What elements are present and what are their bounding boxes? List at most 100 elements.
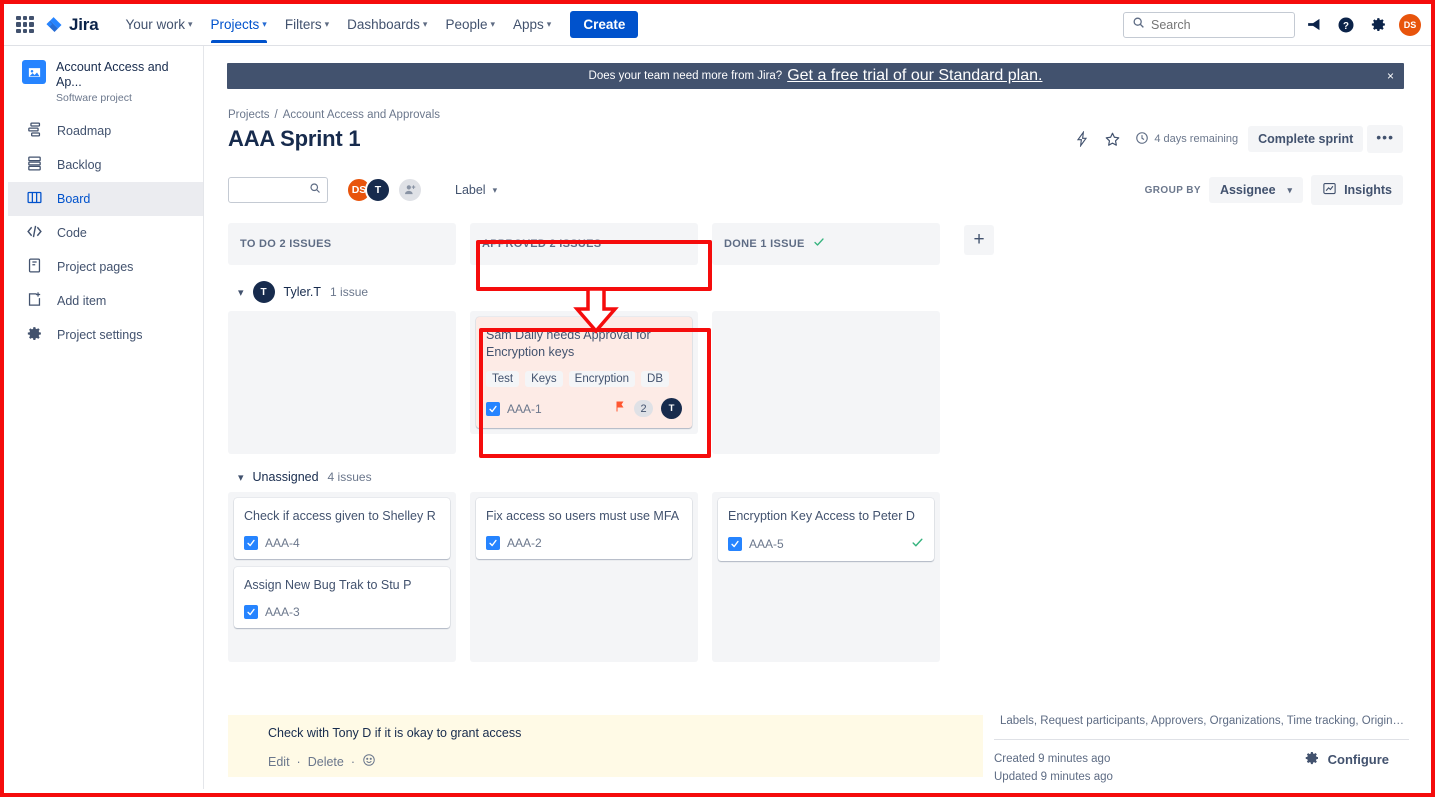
toolbar-right-group: GROUP BY Assignee ▾ Insights: [1145, 175, 1403, 205]
insights-label: Insights: [1344, 183, 1392, 197]
empty-dropzone[interactable]: [234, 317, 450, 448]
issue-card-aaa-3[interactable]: Assign New Bug Trak to Stu P AAA-3: [234, 567, 450, 628]
search-icon: [309, 181, 321, 199]
complete-sprint-button[interactable]: Complete sprint: [1248, 126, 1364, 152]
nav-label: Projects: [210, 17, 260, 32]
breadcrumb-separator: /: [274, 109, 278, 121]
add-reaction-icon[interactable]: [362, 753, 376, 770]
group-by-select[interactable]: Assignee ▾: [1208, 177, 1304, 203]
search-input[interactable]: [1151, 17, 1286, 32]
nav-item-filters[interactable]: Filters ▾: [276, 6, 338, 43]
board-search-input[interactable]: [235, 183, 309, 197]
label-chip[interactable]: DB: [641, 371, 669, 387]
column-header-done[interactable]: DONE 1 ISSUE: [712, 223, 940, 265]
swimlane-header-unassigned[interactable]: ▾ Unassigned 4 issues: [238, 470, 1427, 484]
project-avatar-icon: [22, 60, 46, 84]
issue-key-wrap[interactable]: AAA-3: [244, 605, 300, 619]
star-icon[interactable]: [1099, 126, 1125, 152]
lane-column-approved[interactable]: Sam Daily needs Approval for Encryption …: [470, 311, 698, 434]
sidebar-item-label: Code: [57, 225, 87, 240]
sidebar-item-project-settings[interactable]: Project settings: [8, 318, 203, 352]
lane-column-approved[interactable]: Fix access so users must use MFA AAA-2: [470, 492, 698, 662]
sidebar-item-board[interactable]: Board: [8, 182, 203, 216]
close-icon[interactable]: ×: [1387, 69, 1394, 83]
sidebar-project-header[interactable]: Account Access and Ap... Software projec…: [8, 46, 203, 114]
add-column-button[interactable]: +: [964, 225, 994, 255]
user-avatar[interactable]: DS: [1399, 13, 1421, 36]
lane-column-todo[interactable]: Check if access given to Shelley R AAA-4: [228, 492, 456, 662]
issue-card-title: Check if access given to Shelley R: [244, 509, 436, 523]
issue-card-footer: AAA-1 2 T: [486, 398, 682, 419]
nav-label: Apps: [513, 17, 544, 32]
issue-key-wrap[interactable]: AAA-4: [244, 536, 300, 550]
sidebar-item-label: Project settings: [57, 327, 143, 342]
flag-icon[interactable]: [614, 400, 626, 418]
nav-item-people[interactable]: People ▾: [436, 6, 504, 43]
insights-button[interactable]: Insights: [1311, 175, 1403, 205]
issue-key-wrap[interactable]: AAA-1: [486, 401, 542, 416]
column-header-todo[interactable]: TO DO 2 ISSUES: [228, 223, 456, 265]
issue-card-aaa-2[interactable]: Fix access so users must use MFA AAA-2: [476, 498, 692, 559]
swimlane-issue-count: 4 issues: [327, 470, 372, 484]
nav-item-dashboards[interactable]: Dashboards ▾: [338, 6, 436, 43]
label-filter-dropdown[interactable]: Label ▾: [447, 178, 505, 202]
detail-fields-summary[interactable]: Labels, Request participants, Approvers,…: [994, 709, 1409, 727]
column-header-approved[interactable]: APPROVED 2 ISSUES: [470, 223, 698, 265]
sidebar-item-code[interactable]: Code: [8, 216, 203, 250]
empty-dropzone[interactable]: [718, 317, 934, 448]
avatar[interactable]: T: [365, 177, 391, 203]
more-actions-button[interactable]: •••: [1367, 125, 1403, 153]
banner-trial-link[interactable]: Get a free trial of our Standard plan.: [787, 67, 1042, 85]
label-chip[interactable]: Test: [486, 371, 520, 387]
separator: ·: [296, 754, 301, 769]
swimlane-issue-count: 1 issue: [330, 285, 369, 299]
board-area: TO DO 2 ISSUES APPROVED 2 ISSUES DONE 1 …: [228, 223, 1427, 662]
pages-icon: [26, 257, 43, 277]
sidebar-item-project-pages[interactable]: Project pages: [8, 250, 203, 284]
board-filter-search[interactable]: [228, 177, 328, 203]
settings-gear-icon: [26, 325, 43, 345]
create-button[interactable]: Create: [570, 11, 639, 38]
detail-timestamps: Created 9 minutes ago Updated 9 minutes …: [994, 750, 1113, 786]
issue-badge-count: 2: [634, 400, 653, 417]
swimlane-header-tyler[interactable]: ▾ T Tyler.T 1 issue: [238, 281, 1427, 303]
chevron-down-icon[interactable]: ▾: [238, 471, 244, 484]
megaphone-icon[interactable]: [1301, 12, 1327, 38]
issue-key-wrap[interactable]: AAA-5: [728, 537, 784, 551]
page-header-row: AAA Sprint 1 4 days remaining Complete s…: [228, 125, 1403, 153]
task-type-icon: [486, 536, 500, 550]
issue-card-aaa-4[interactable]: Check if access given to Shelley R AAA-4: [234, 498, 450, 559]
jira-logo[interactable]: Jira: [44, 15, 99, 35]
nav-item-your-work[interactable]: Your work ▾: [116, 6, 201, 43]
sidebar-item-backlog[interactable]: Backlog: [8, 148, 203, 182]
board-toolbar: DS T Label ▾ GROUP BY Assignee ▾ Insight…: [228, 175, 1403, 205]
comment-edit-link[interactable]: Edit: [268, 755, 290, 769]
label-chip[interactable]: Keys: [525, 371, 563, 387]
issue-card-aaa-1[interactable]: Sam Daily needs Approval for Encryption …: [476, 317, 692, 428]
clock-icon: [1135, 131, 1149, 148]
issue-card-aaa-5[interactable]: Encryption Key Access to Peter D AAA-5: [718, 498, 934, 561]
lightning-bolt-icon[interactable]: [1069, 126, 1095, 152]
chevron-down-icon[interactable]: ▾: [238, 286, 244, 299]
sidebar-item-roadmap[interactable]: Roadmap: [8, 114, 203, 148]
label-chip[interactable]: Encryption: [568, 371, 636, 387]
sidebar-item-add-item[interactable]: Add item: [8, 284, 203, 318]
configure-button[interactable]: Configure: [1304, 750, 1409, 769]
issue-card-footer: AAA-4: [244, 536, 440, 550]
lane-column-done[interactable]: Encryption Key Access to Peter D AAA-5: [712, 492, 940, 662]
lane-column-todo[interactable]: [228, 311, 456, 454]
avatar[interactable]: T: [661, 398, 682, 419]
apps-grid-icon[interactable]: [14, 14, 36, 36]
breadcrumb-projects[interactable]: Projects: [228, 109, 270, 121]
gear-icon[interactable]: [1365, 12, 1391, 38]
breadcrumb-current-project[interactable]: Account Access and Approvals: [283, 109, 440, 121]
comment-delete-link[interactable]: Delete: [308, 755, 344, 769]
help-circle-icon[interactable]: ?: [1333, 12, 1359, 38]
nav-item-apps[interactable]: Apps ▾: [504, 6, 560, 43]
comment-actions: Edit · Delete ·: [268, 753, 983, 770]
global-search-box[interactable]: [1123, 11, 1295, 38]
add-person-icon[interactable]: [397, 177, 423, 203]
issue-key-wrap[interactable]: AAA-2: [486, 536, 542, 550]
nav-item-projects[interactable]: Projects ▾: [202, 6, 276, 43]
lane-column-done[interactable]: [712, 311, 940, 454]
